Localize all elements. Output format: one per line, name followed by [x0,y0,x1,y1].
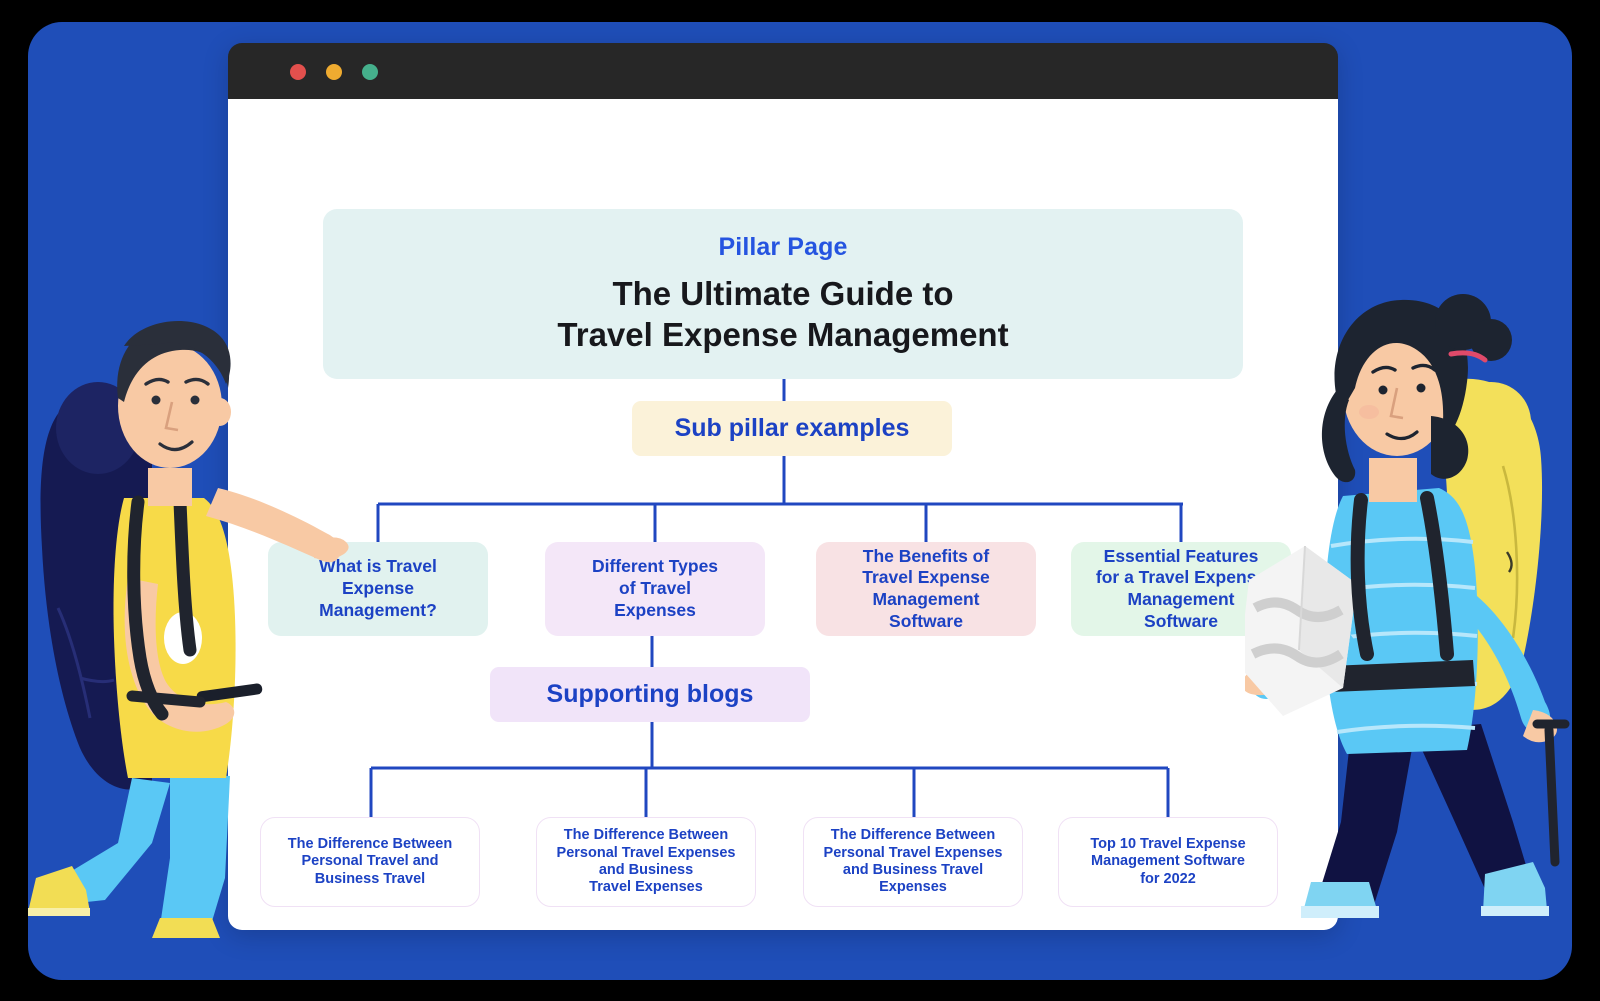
supporting-blog-card[interactable]: The Difference Between Personal Travel E… [803,817,1023,907]
sub-pillar-card[interactable]: Different Types of Travel Expenses [545,542,765,636]
browser-window: Pillar Page The Ultimate Guide to Travel… [228,43,1338,930]
supporting-blog-card-text: The Difference Between Personal Travel E… [823,827,1003,896]
browser-content-area: Pillar Page The Ultimate Guide to Travel… [228,99,1338,930]
pillar-page-title: The Ultimate Guide to Travel Expense Man… [557,275,1009,353]
pillar-page-card[interactable]: Pillar Page The Ultimate Guide to Travel… [323,209,1243,379]
sub-pillar-card-text: Different Types of Travel Expenses [591,556,719,620]
pillar-page-eyebrow: Pillar Page [718,233,848,262]
minimize-dot-icon[interactable] [326,64,342,80]
sub-pillar-card-text: The Benefits of Travel Expense Managemen… [862,545,990,631]
supporting-blog-card[interactable]: The Difference Between Personal Travel E… [536,817,756,907]
sub-pillar-card[interactable]: The Benefits of Travel Expense Managemen… [816,542,1036,636]
sub-pillar-examples-label[interactable]: Sub pillar examples [632,401,952,456]
illustration-man-pointing [28,321,349,938]
illustration-woman-with-map [1245,294,1570,918]
supporting-blog-card-text: Top 10 Travel Expense Management Softwar… [1090,835,1246,887]
close-dot-icon[interactable] [290,64,306,80]
sub-pillar-examples-text: Sub pillar examples [674,414,910,442]
maximize-dot-icon[interactable] [362,64,378,80]
sub-pillar-card-text: Essential Features for a Travel Expense … [1095,545,1267,631]
supporting-blogs-text: Supporting blogs [546,680,754,708]
screenshot-stage: Pillar Page The Ultimate Guide to Travel… [0,0,1600,1001]
supporting-blogs-label[interactable]: Supporting blogs [490,667,810,722]
browser-titlebar [228,43,1338,123]
pillar-page-diagram: Pillar Page The Ultimate Guide to Travel… [228,99,1338,930]
supporting-blog-card-text: The Difference Between Personal Travel E… [556,827,736,896]
